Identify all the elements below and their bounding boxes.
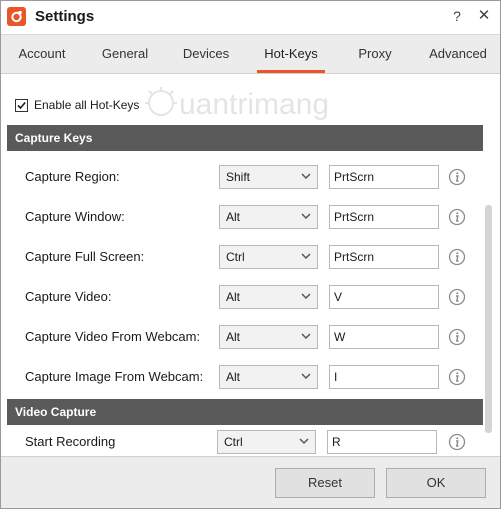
modifier-value: Alt bbox=[226, 330, 241, 344]
section-header-capture-keys: Capture Keys bbox=[7, 125, 483, 151]
modifier-value: Shift bbox=[226, 170, 251, 184]
modifier-select[interactable]: Alt bbox=[219, 205, 318, 229]
hotkey-label: Capture Full Screen: bbox=[25, 249, 145, 264]
hotkey-row-capture-region: Capture Region: Shift bbox=[1, 165, 483, 189]
title-bar: Settings ? ✕ bbox=[1, 1, 500, 33]
help-icon[interactable]: ? bbox=[449, 5, 465, 27]
hotkey-label: Capture Video: bbox=[25, 289, 112, 304]
key-input[interactable] bbox=[329, 325, 439, 349]
modifier-value: Alt bbox=[226, 290, 241, 304]
modifier-value: Alt bbox=[226, 370, 241, 384]
hotkey-label: Capture Window: bbox=[25, 209, 125, 224]
info-icon[interactable] bbox=[448, 288, 466, 306]
chevron-down-icon bbox=[301, 293, 311, 300]
info-icon[interactable] bbox=[448, 168, 466, 186]
key-input[interactable] bbox=[329, 365, 439, 389]
hotkey-label: Start Recording bbox=[25, 434, 116, 449]
modifier-value: Alt bbox=[226, 210, 241, 224]
key-input[interactable] bbox=[329, 165, 439, 189]
info-icon[interactable] bbox=[448, 208, 466, 226]
checkmark-icon bbox=[17, 101, 26, 109]
info-icon[interactable] bbox=[448, 368, 466, 386]
hotkey-label: Capture Region: bbox=[25, 169, 120, 184]
chevron-down-icon bbox=[301, 373, 311, 380]
hot-keys-panel: uantrimang Enable all Hot-Keys Capture K… bbox=[1, 75, 500, 455]
info-icon[interactable] bbox=[448, 433, 466, 451]
key-input[interactable] bbox=[329, 245, 439, 269]
section-header-video-capture: Video Capture bbox=[7, 399, 483, 425]
hotkey-row-start-recording: Start Recording Ctrl bbox=[1, 430, 483, 454]
info-icon[interactable] bbox=[448, 328, 466, 346]
modifier-select[interactable]: Ctrl bbox=[219, 245, 318, 269]
hotkey-row-capture-image-from-webcam: Capture Image From Webcam: Alt bbox=[1, 365, 483, 389]
app-logo-icon bbox=[7, 7, 26, 26]
chevron-down-icon bbox=[301, 253, 311, 260]
enable-all-hotkeys-checkbox[interactable]: Enable all Hot-Keys bbox=[15, 95, 139, 115]
key-input[interactable] bbox=[329, 205, 439, 229]
tab-hot-keys[interactable]: Hot-Keys bbox=[257, 35, 325, 73]
ok-button[interactable]: OK bbox=[386, 468, 486, 498]
tab-account[interactable]: Account bbox=[13, 35, 71, 73]
modifier-select[interactable]: Ctrl bbox=[217, 430, 316, 454]
settings-window: Settings ? ✕ Account General Devices Hot… bbox=[0, 0, 501, 509]
close-icon[interactable]: ✕ bbox=[475, 5, 493, 27]
hotkey-row-capture-window: Capture Window: Alt bbox=[1, 205, 483, 229]
tab-proxy[interactable]: Proxy bbox=[353, 35, 397, 73]
footer-bar: Reset OK bbox=[1, 456, 500, 508]
info-icon[interactable] bbox=[448, 248, 466, 266]
key-input[interactable] bbox=[329, 285, 439, 309]
tab-bar: Account General Devices Hot-Keys Proxy A… bbox=[1, 34, 500, 74]
chevron-down-icon bbox=[301, 333, 311, 340]
modifier-value: Ctrl bbox=[226, 250, 245, 264]
hotkey-label: Capture Image From Webcam: bbox=[25, 369, 204, 384]
hotkey-row-capture-video: Capture Video: Alt bbox=[1, 285, 483, 309]
checkbox-box[interactable] bbox=[15, 98, 28, 112]
svg-text:uantrimang: uantrimang bbox=[179, 88, 329, 121]
modifier-select[interactable]: Alt bbox=[219, 325, 318, 349]
key-input[interactable] bbox=[327, 430, 437, 454]
modifier-select[interactable]: Shift bbox=[219, 165, 318, 189]
hotkey-label: Capture Video From Webcam: bbox=[25, 329, 201, 344]
window-title: Settings bbox=[35, 8, 95, 25]
vertical-scrollbar[interactable] bbox=[485, 205, 492, 433]
tab-devices[interactable]: Devices bbox=[179, 35, 233, 73]
modifier-select[interactable]: Alt bbox=[219, 285, 318, 309]
tab-general[interactable]: General bbox=[97, 35, 153, 73]
modifier-value: Ctrl bbox=[224, 435, 243, 449]
chevron-down-icon bbox=[301, 213, 311, 220]
reset-button[interactable]: Reset bbox=[275, 468, 375, 498]
chevron-down-icon bbox=[301, 173, 311, 180]
tab-advanced[interactable]: Advanced bbox=[426, 35, 490, 73]
enable-all-hotkeys-label: Enable all Hot-Keys bbox=[34, 98, 140, 112]
modifier-select[interactable]: Alt bbox=[219, 365, 318, 389]
watermark-logo: uantrimang bbox=[145, 87, 329, 121]
hotkey-row-capture-full-screen: Capture Full Screen: Ctrl bbox=[1, 245, 483, 269]
chevron-down-icon bbox=[299, 438, 309, 445]
hotkey-row-capture-video-from-webcam: Capture Video From Webcam: Alt bbox=[1, 325, 483, 349]
